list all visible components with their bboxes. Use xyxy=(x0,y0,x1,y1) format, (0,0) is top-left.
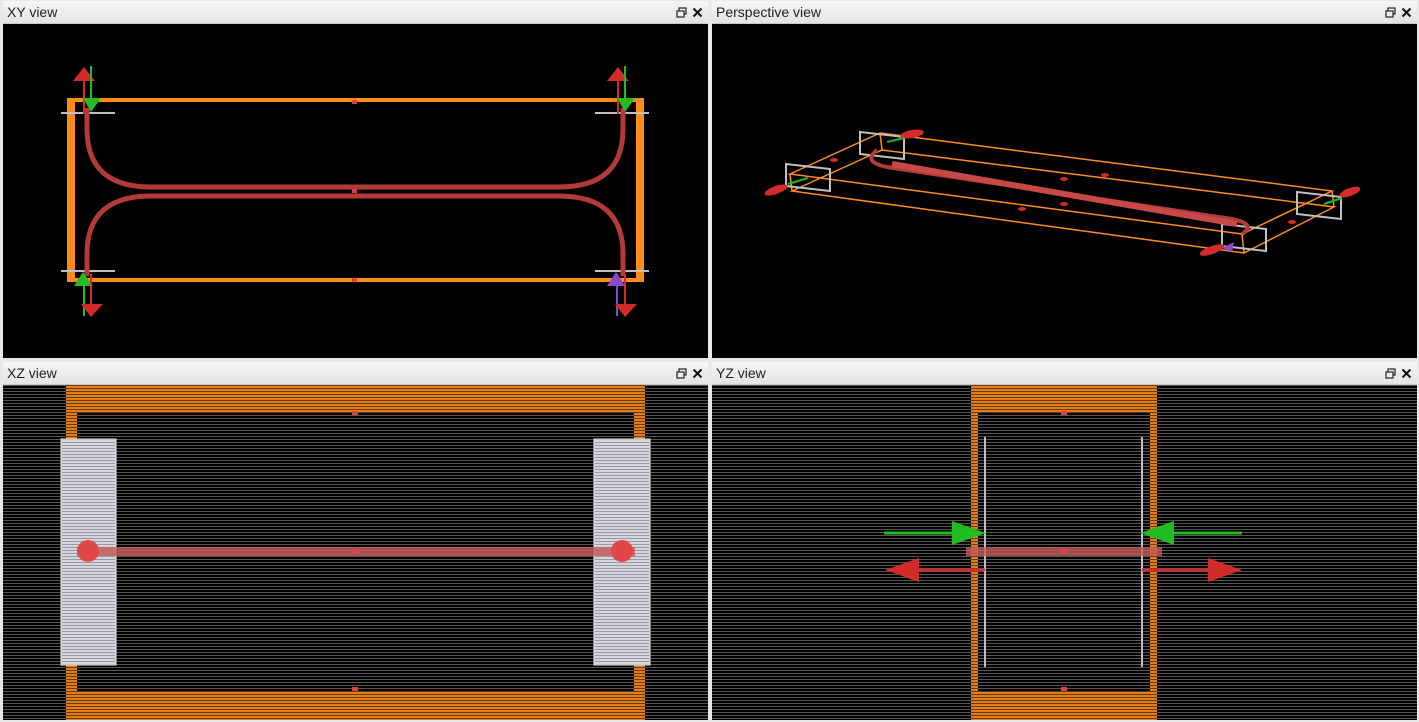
restore-window-icon[interactable] xyxy=(1384,4,1397,20)
port-arrow-top-left[interactable] xyxy=(73,66,101,114)
xy-view-header: XY view xyxy=(3,1,708,24)
pml-bottom xyxy=(66,691,645,720)
perspective-view-header: Perspective view xyxy=(712,1,1417,24)
close-icon[interactable] xyxy=(1400,4,1413,20)
perspective-scene xyxy=(764,129,1361,256)
xz-view-title: XZ view xyxy=(7,365,57,381)
yz-viewport[interactable] xyxy=(712,385,1417,720)
boundary-edge-left xyxy=(67,100,75,282)
marker xyxy=(1061,411,1067,415)
xy-scene xyxy=(61,66,649,317)
marker xyxy=(352,100,357,104)
close-icon[interactable] xyxy=(691,365,704,381)
xy-viewport[interactable] xyxy=(3,24,708,358)
pml-top xyxy=(66,385,645,413)
marker xyxy=(1061,687,1067,691)
perspective-viewport[interactable] xyxy=(712,24,1417,358)
restore-window-icon[interactable] xyxy=(1384,365,1397,381)
xy-view-title: XY view xyxy=(7,4,58,20)
waveguide-top xyxy=(84,108,626,190)
marker xyxy=(352,549,358,553)
marker xyxy=(1061,549,1067,553)
port-arrow-top-right[interactable] xyxy=(607,66,635,114)
xz-scene xyxy=(3,385,708,720)
yz-view-header: YZ view xyxy=(712,362,1417,385)
xz-view-pane: XZ view xyxy=(3,362,708,720)
close-icon[interactable] xyxy=(691,4,704,20)
waveguide-bottom xyxy=(84,193,626,276)
pml-bottom xyxy=(971,691,1157,720)
marker xyxy=(352,687,358,691)
perspective-view-title: Perspective view xyxy=(716,4,822,20)
mode-source-right[interactable] xyxy=(611,540,633,562)
close-icon[interactable] xyxy=(1400,365,1413,381)
boundary-edge-right xyxy=(636,100,644,282)
xz-viewport[interactable] xyxy=(3,385,708,720)
yz-view-title: YZ view xyxy=(716,365,766,381)
restore-window-icon[interactable] xyxy=(675,365,688,381)
yz-scene xyxy=(712,385,1417,720)
marker xyxy=(352,411,358,415)
mode-source-left[interactable] xyxy=(77,540,99,562)
restore-window-icon[interactable] xyxy=(675,4,688,20)
perspective-view-pane: Perspective view xyxy=(712,1,1417,358)
marker xyxy=(352,278,357,282)
yz-view-pane: YZ view xyxy=(712,362,1417,720)
xz-view-header: XZ view xyxy=(3,362,708,385)
pml-top xyxy=(971,385,1157,413)
marker xyxy=(352,189,357,193)
xy-view-pane: XY view xyxy=(3,1,708,358)
